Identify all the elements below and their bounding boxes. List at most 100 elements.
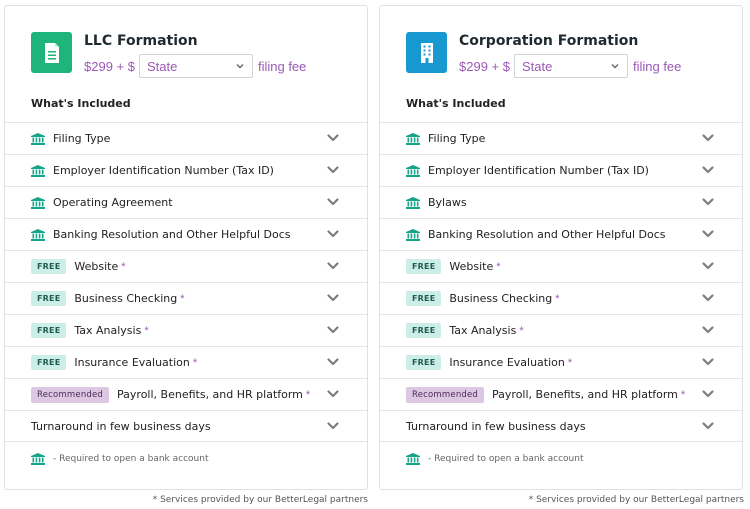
chevron-down-icon[interactable] [327, 164, 339, 176]
state-select[interactable]: State [138, 54, 253, 78]
state-select-value: State [521, 58, 553, 74]
included-item-turnaround[interactable]: Turnaround in few business days [380, 410, 742, 442]
recommended-badge: Recommended [406, 386, 485, 403]
partner-asterisk: * [121, 260, 126, 273]
included-item-filing-type[interactable]: Filing Type [380, 122, 742, 154]
chevron-down-icon[interactable] [702, 228, 714, 240]
included-item-banking-resolution[interactable]: Banking Resolution and Other Helpful Doc… [5, 218, 367, 250]
partner-asterisk: * [680, 388, 686, 401]
chevron-down-icon[interactable] [702, 388, 714, 400]
price-text: $299 + $ [459, 58, 510, 74]
chevron-down-icon[interactable] [702, 132, 714, 144]
included-item-ein[interactable]: Employer Identification Number (Tax ID) [380, 154, 742, 186]
included-item-operating-agreement[interactable]: Operating Agreement [5, 186, 367, 218]
document-icon [31, 32, 72, 73]
item-label: Banking Resolution and Other Helpful Doc… [53, 228, 291, 241]
partner-asterisk: * [305, 388, 311, 401]
item-label: Employer Identification Number (Tax ID) [428, 164, 649, 177]
chevron-down-icon[interactable] [702, 260, 714, 272]
filing-fee-label: filing fee [257, 58, 307, 74]
included-item-tax-analysis[interactable]: FREE Tax Analysis * [380, 314, 742, 346]
card-header: Corporation Formation $299 + $ State fil… [406, 32, 732, 84]
included-item-insurance-evaluation[interactable]: FREE Insurance Evaluation * [380, 346, 742, 378]
chevron-down-icon[interactable] [327, 356, 339, 368]
bank-icon [31, 229, 45, 241]
included-item-website[interactable]: FREE Website * [5, 250, 367, 282]
free-badge: FREE [406, 259, 442, 274]
chevron-down-icon[interactable] [702, 420, 714, 432]
item-label: Business Checking [449, 292, 553, 305]
state-select-value: State [146, 58, 178, 74]
item-label: Filing Type [53, 132, 111, 145]
whats-included-heading: What's Included [31, 97, 131, 110]
included-item-ein[interactable]: Employer Identification Number (Tax ID) [5, 154, 367, 186]
chevron-down-icon[interactable] [327, 324, 339, 336]
included-item-website[interactable]: FREE Website * [380, 250, 742, 282]
note-text: - Required to open a bank account [428, 454, 584, 464]
chevron-down-icon[interactable] [327, 196, 339, 208]
included-item-payroll-platform[interactable]: Recommended Payroll, Benefits, and HR pl… [5, 378, 367, 410]
item-label: Employer Identification Number (Tax ID) [53, 164, 274, 177]
bank-icon [31, 165, 45, 177]
included-item-insurance-evaluation[interactable]: FREE Insurance Evaluation * [5, 346, 367, 378]
product-title: LLC Formation [84, 33, 198, 49]
item-label: Website [74, 260, 119, 273]
item-label: Payroll, Benefits, and HR platform [492, 388, 678, 401]
chevron-down-icon[interactable] [702, 196, 714, 208]
item-label: Business Checking [74, 292, 178, 305]
bank-account-note: - Required to open a bank account [406, 453, 583, 465]
chevron-down-icon[interactable] [327, 420, 339, 432]
chevron-down-icon[interactable] [327, 292, 339, 304]
whats-included-heading: What's Included [406, 97, 506, 110]
chevron-down-icon[interactable] [327, 260, 339, 272]
included-item-business-checking[interactable]: FREE Business Checking * [5, 282, 367, 314]
included-list: Filing Type Employer Identification Numb… [380, 122, 742, 442]
item-label: Banking Resolution and Other Helpful Doc… [428, 228, 666, 241]
bank-account-note: - Required to open a bank account [31, 453, 208, 465]
price-text: $299 + $ [84, 58, 135, 74]
item-label: Payroll, Benefits, and HR platform [117, 388, 303, 401]
chevron-down-icon[interactable] [702, 292, 714, 304]
free-badge: FREE [406, 291, 442, 306]
price-row: $299 + $ State filing fee [459, 54, 681, 78]
free-badge: FREE [406, 323, 442, 338]
partners-footnote: * Services provided by our BetterLegal p… [528, 495, 744, 505]
item-label: Filing Type [428, 132, 486, 145]
item-label: Insurance Evaluation [74, 356, 190, 369]
free-badge: FREE [31, 259, 67, 274]
partner-asterisk: * [192, 356, 198, 369]
partners-footnote: * Services provided by our BetterLegal p… [152, 495, 368, 505]
item-label: Tax Analysis [449, 324, 517, 337]
bank-icon [406, 229, 420, 241]
item-label: Turnaround in few business days [31, 419, 211, 433]
chevron-down-icon[interactable] [327, 132, 339, 144]
included-item-banking-resolution[interactable]: Banking Resolution and Other Helpful Doc… [380, 218, 742, 250]
included-item-business-checking[interactable]: FREE Business Checking * [380, 282, 742, 314]
building-icon [406, 32, 447, 73]
free-badge: FREE [31, 355, 67, 370]
chevron-down-icon [611, 64, 619, 69]
chevron-down-icon[interactable] [702, 356, 714, 368]
item-label: Website [449, 260, 494, 273]
bank-icon [31, 453, 45, 465]
included-item-tax-analysis[interactable]: FREE Tax Analysis * [5, 314, 367, 346]
chevron-down-icon[interactable] [327, 388, 339, 400]
item-label: Operating Agreement [53, 196, 173, 209]
partner-asterisk: * [555, 292, 560, 305]
chevron-down-icon[interactable] [327, 228, 339, 240]
state-select[interactable]: State [513, 54, 628, 78]
partner-asterisk: * [496, 260, 501, 273]
card-header: LLC Formation $299 + $ State filing fee [31, 32, 357, 84]
corporation-formation-card: Corporation Formation $299 + $ State fil… [379, 5, 743, 490]
included-item-payroll-platform[interactable]: Recommended Payroll, Benefits, and HR pl… [380, 378, 742, 410]
chevron-down-icon[interactable] [702, 164, 714, 176]
partner-asterisk: * [144, 324, 149, 337]
item-label: Bylaws [428, 196, 467, 209]
chevron-down-icon[interactable] [702, 324, 714, 336]
included-item-filing-type[interactable]: Filing Type [5, 122, 367, 154]
included-item-bylaws[interactable]: Bylaws [380, 186, 742, 218]
bank-icon [406, 197, 420, 209]
included-item-turnaround[interactable]: Turnaround in few business days [5, 410, 367, 442]
partner-asterisk: * [567, 356, 573, 369]
product-title: Corporation Formation [459, 33, 639, 49]
